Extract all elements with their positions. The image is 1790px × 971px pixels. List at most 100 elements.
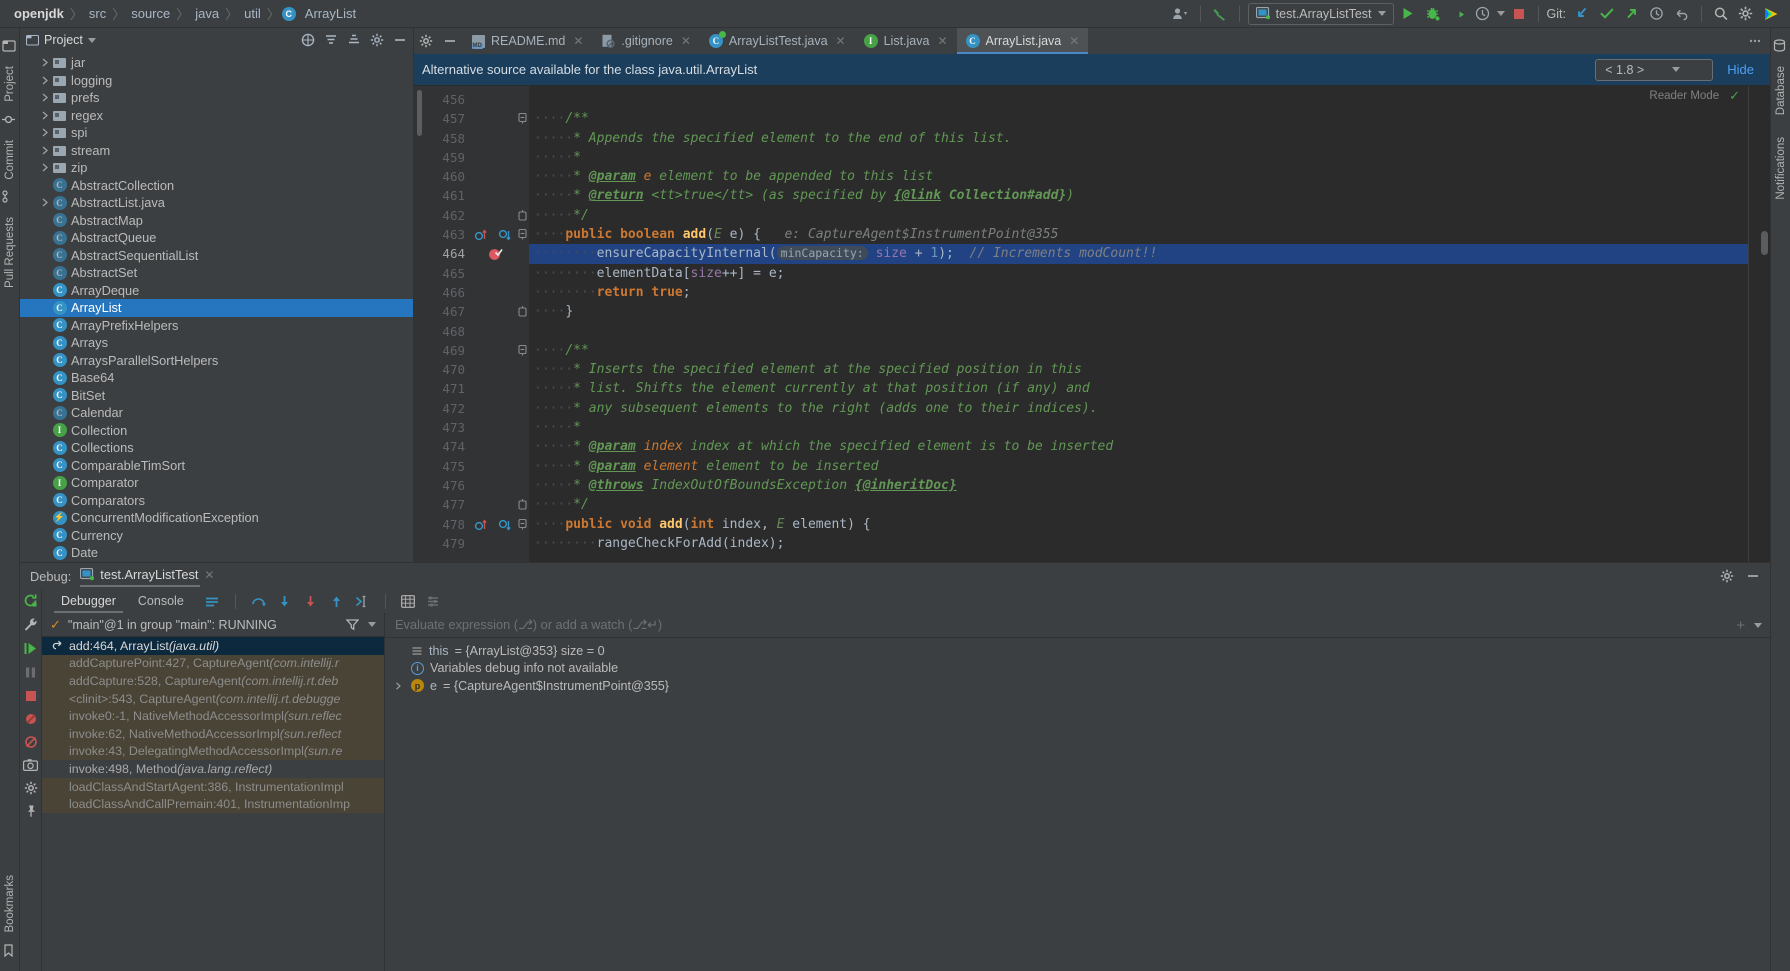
settings-wrench-icon[interactable]: [23, 617, 38, 632]
code-line[interactable]: ····/**: [529, 341, 1748, 360]
rail-label-project[interactable]: Project: [4, 60, 16, 108]
collapse-all-icon[interactable]: [324, 33, 338, 47]
close-icon[interactable]: ✕: [937, 34, 947, 48]
code-line[interactable]: ····/**: [529, 109, 1748, 128]
add-watch-icon[interactable]: +: [1736, 617, 1745, 634]
code-line[interactable]: ·····* @param element element to be inse…: [529, 457, 1748, 476]
camera-icon[interactable]: [23, 758, 38, 772]
tree-item-arraylist[interactable]: C ArrayList: [20, 299, 413, 317]
code-editor[interactable]: 456 457 458 459 460 461 462 463 464 465 466 467 468 4…: [414, 86, 1770, 562]
chevron-down-icon[interactable]: [1496, 11, 1505, 16]
hide-panel-icon[interactable]: [393, 33, 407, 47]
tree-item-base64[interactable]: C Base64: [20, 369, 413, 387]
tree-item-arraysparallelsorthelpers[interactable]: C ArraysParallelSortHelpers: [20, 352, 413, 370]
git-update-icon[interactable]: [1571, 3, 1593, 25]
tree-item-abstractsequentiallist[interactable]: C AbstractSequentialList: [20, 247, 413, 265]
fold-toggle-icon[interactable]: [516, 495, 529, 514]
code-line[interactable]: ····}: [529, 302, 1748, 321]
editor-right-strip[interactable]: [1748, 86, 1770, 562]
gutter-marker-slot[interactable]: [474, 186, 516, 205]
code-line[interactable]: ·····*: [529, 148, 1748, 167]
breadcrumb-item-arraylist[interactable]: ArrayList: [301, 6, 360, 21]
tree-item-logging[interactable]: logging: [20, 72, 413, 90]
expand-arrow-icon[interactable]: [38, 198, 51, 207]
code-line[interactable]: ·····*/: [529, 495, 1748, 514]
intellij-logo-icon[interactable]: [1760, 3, 1782, 25]
breadcrumb-item-util[interactable]: util: [240, 6, 265, 21]
stop-icon[interactable]: [1508, 3, 1530, 25]
settings-gear-icon[interactable]: [1735, 3, 1757, 25]
gutter-marker-slot[interactable]: [474, 457, 516, 476]
tree-item-comparators[interactable]: C Comparators: [20, 492, 413, 510]
code-line[interactable]: ·····*: [529, 418, 1748, 437]
pause-program-icon[interactable]: [23, 665, 38, 680]
code-line[interactable]: ········elementData[size++] = e;: [529, 264, 1748, 283]
chevron-down-icon[interactable]: [1754, 622, 1762, 628]
rail-label-bookmarks[interactable]: Bookmarks: [4, 869, 16, 939]
variable-row[interactable]: i Variables debug info not available: [385, 660, 1770, 678]
force-step-into-icon[interactable]: [303, 595, 318, 608]
tree-item-zip[interactable]: zip: [20, 159, 413, 177]
debug-settings-icon[interactable]: [24, 781, 38, 795]
gutter-marker-slot[interactable]: [474, 399, 516, 418]
editor-tabs-overflow[interactable]: [1748, 28, 1770, 54]
gutter-marker-slot[interactable]: [474, 515, 516, 534]
tree-item-comparabletimsort[interactable]: C ComparableTimSort: [20, 457, 413, 475]
tab-console[interactable]: Console: [127, 589, 195, 613]
stack-frame[interactable]: invoke0:-1, NativeMethodAccessorImpl (su…: [42, 707, 384, 725]
project-tree[interactable]: jar logging prefs regex spi stream zip C Abstrac…: [20, 52, 413, 562]
breadcrumb-item-java[interactable]: java: [191, 6, 223, 21]
stack-frame[interactable]: <clinit>:543, CaptureAgent (com.intellij…: [42, 689, 384, 708]
close-icon[interactable]: ✕: [204, 568, 214, 582]
gutter-marker-slot[interactable]: [474, 167, 516, 186]
code-line[interactable]: ·····* @param e element to be appended t…: [529, 167, 1748, 186]
code-line[interactable]: ····public boolean add(E e) { e: Capture…: [529, 225, 1748, 244]
code-text[interactable]: ····/** ·····* Appends the specified elem…: [529, 86, 1748, 562]
step-into-icon[interactable]: [277, 595, 292, 608]
database-rail-icon[interactable]: [1773, 39, 1789, 55]
gutter-marker-slot[interactable]: [474, 534, 516, 553]
call-stack-frames[interactable]: add:464, ArrayList (java.util) addCapture…: [42, 637, 384, 971]
search-everywhere-icon[interactable]: [1710, 3, 1732, 25]
expand-arrow-icon[interactable]: [38, 128, 51, 137]
override-icon[interactable]: [474, 518, 488, 532]
fold-toggle-icon[interactable]: [516, 206, 529, 225]
tree-item-collection[interactable]: I Collection: [20, 422, 413, 440]
git-push-icon[interactable]: [1621, 3, 1643, 25]
expand-arrow-icon[interactable]: [38, 163, 51, 172]
fold-toggle-icon[interactable]: [516, 341, 529, 360]
code-line[interactable]: ·····* Inserts the specified element at …: [529, 360, 1748, 379]
close-icon[interactable]: ✕: [1069, 34, 1079, 48]
debug-minimize-icon[interactable]: [1746, 569, 1760, 583]
resume-program-icon[interactable]: [23, 641, 38, 656]
source-version-select[interactable]: < 1.8 >: [1595, 58, 1714, 81]
implemented-icon[interactable]: [498, 518, 512, 532]
code-line[interactable]: [529, 322, 1748, 341]
code-line[interactable]: ········ensureCapacityInternal(minCapaci…: [529, 244, 1748, 264]
editor-tab-readme-md[interactable]: README.md ✕: [462, 28, 592, 54]
fold-toggle-icon[interactable]: [516, 515, 529, 534]
evaluate-expression-row[interactable]: Evaluate expression (⎇) or add a watch (…: [385, 613, 1770, 638]
rerun-icon[interactable]: [23, 593, 38, 608]
run-icon[interactable]: [1397, 3, 1419, 25]
stack-frame[interactable]: add:464, ArrayList (java.util): [42, 637, 384, 655]
fold-toggle-icon[interactable]: [516, 302, 529, 321]
tab-debugger[interactable]: Debugger: [50, 589, 127, 613]
gutter-marker-slot[interactable]: [474, 148, 516, 167]
view-breakpoints-icon[interactable]: [24, 735, 38, 749]
stack-frame[interactable]: invoke:62, NativeMethodAccessorImpl (sun…: [42, 724, 384, 743]
tree-item-date[interactable]: C Date: [20, 544, 413, 562]
tree-item-prefs[interactable]: prefs: [20, 89, 413, 107]
commit-rail-icon[interactable]: [1, 113, 18, 129]
tree-item-comparator[interactable]: I Comparator: [20, 474, 413, 492]
breakpoint-verified-icon[interactable]: [488, 247, 503, 261]
tree-item-abstractmap[interactable]: C AbstractMap: [20, 212, 413, 230]
chevron-down-icon[interactable]: [87, 37, 96, 43]
reader-mode-label[interactable]: Reader Mode: [1649, 90, 1719, 102]
expand-arrow-icon[interactable]: [38, 146, 51, 155]
code-line[interactable]: ····public void add(int index, E element…: [529, 515, 1748, 534]
gutter-marker-slot[interactable]: [474, 90, 516, 109]
tree-item-concurrentmodificationexception[interactable]: ⚡ ConcurrentModificationException: [20, 509, 413, 527]
bookmarks-rail-icon[interactable]: [2, 944, 18, 960]
run-to-cursor-icon[interactable]: [355, 595, 370, 608]
